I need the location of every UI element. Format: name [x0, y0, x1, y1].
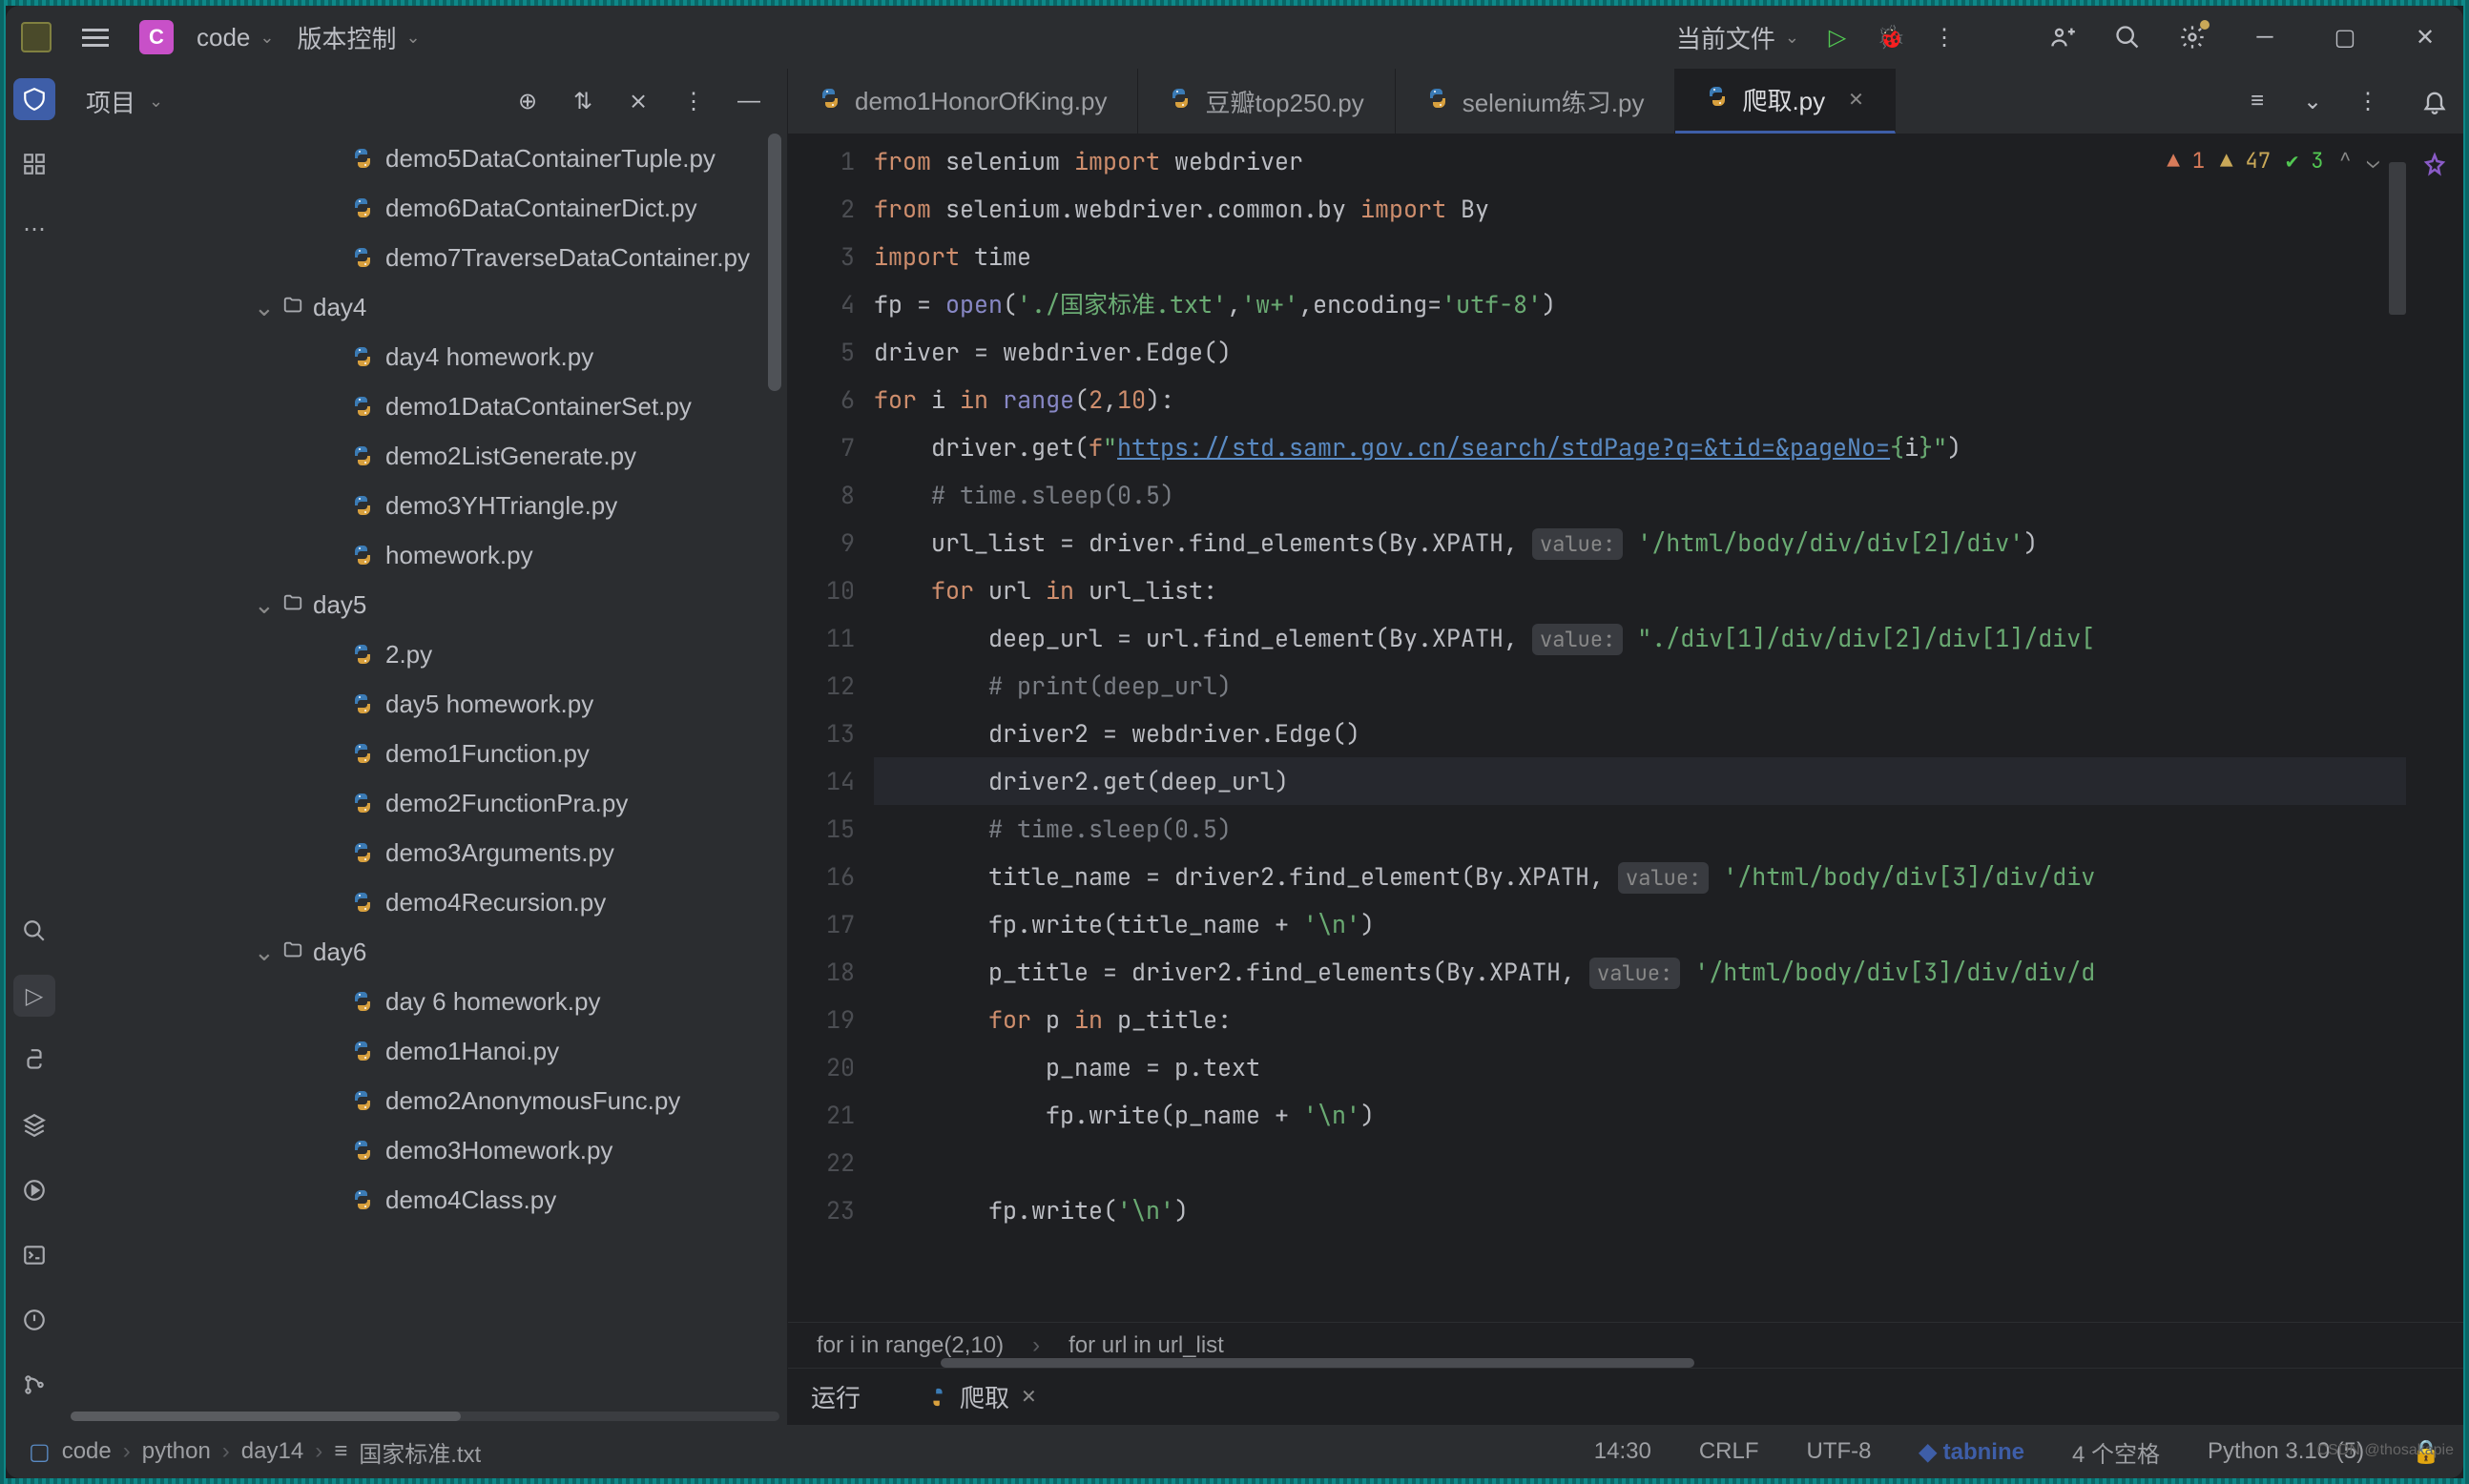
- breadcrumb-item[interactable]: for url in url_list: [1069, 1332, 1224, 1359]
- tree-hscrollbar[interactable]: [71, 1412, 779, 1421]
- folder-row[interactable]: ⌄day6: [63, 927, 787, 977]
- file-row[interactable]: 2.py: [63, 629, 787, 679]
- tabnine-status[interactable]: ◆ tabnine: [1919, 1438, 2024, 1466]
- project-dropdown[interactable]: code⌄: [197, 23, 274, 52]
- file-row[interactable]: demo4Class.py: [63, 1175, 787, 1225]
- notifications-icon[interactable]: [2419, 86, 2450, 116]
- line-ending[interactable]: CRLF: [1699, 1438, 1759, 1465]
- indent-status[interactable]: 4 个空格: [2072, 1435, 2160, 1469]
- sidebar-more-icon[interactable]: ⋮: [678, 86, 709, 116]
- tab-chevron-icon[interactable]: ⌄: [2297, 86, 2328, 116]
- cursor-position[interactable]: 14:30: [1594, 1438, 1651, 1465]
- editor-tab[interactable]: demo1HonorOfKing.py: [788, 69, 1138, 134]
- ai-assistant-icon[interactable]: [2419, 151, 2450, 181]
- editor-tab[interactable]: selenium练习.py: [1396, 69, 1676, 134]
- debug-icon[interactable]: 🐞: [1876, 22, 1906, 52]
- bottom-panel-tabs: 运行 爬取 ✕: [788, 1368, 2463, 1425]
- path-breadcrumb[interactable]: ▢ code› python› day14› ≡国家标准.txt: [29, 1435, 481, 1469]
- file-row[interactable]: demo7TraverseDataContainer.py: [63, 233, 787, 282]
- chevron-down-icon[interactable]: ⌄: [149, 92, 163, 112]
- line-numbers: 1234567891011121314151617181920212223: [788, 134, 874, 1322]
- file-row[interactable]: demo1DataContainerSet.py: [63, 381, 787, 431]
- more-run-icon[interactable]: ⋮: [1929, 22, 1960, 52]
- close-run-tab-icon[interactable]: ✕: [1021, 1385, 1037, 1409]
- expand-collapse-icon[interactable]: ⇅: [568, 86, 598, 116]
- editor-tabs: demo1HonorOfKing.py豆瓣top250.pyselenium练习…: [788, 69, 2219, 134]
- project-tree[interactable]: demo5DataContainerTuple.pydemo6DataConta…: [63, 134, 787, 1412]
- project-tool-icon[interactable]: [13, 78, 55, 120]
- file-row[interactable]: demo4Recursion.py: [63, 877, 787, 927]
- locate-icon[interactable]: ⊕: [512, 86, 543, 116]
- file-row[interactable]: demo3Arguments.py: [63, 828, 787, 877]
- git-tool-icon[interactable]: [13, 1364, 55, 1406]
- file-row[interactable]: demo1Function.py: [63, 729, 787, 778]
- run-config-dropdown[interactable]: 当前文件⌄: [1676, 20, 1799, 55]
- code-editor[interactable]: ▲ 1 ▲ 47 ✔ 3 ^ ⌄ 12345678910111213141516…: [788, 134, 2406, 1322]
- problems-tool-icon[interactable]: [13, 1299, 55, 1341]
- more-tools-icon[interactable]: ⋯: [13, 208, 55, 250]
- file-row[interactable]: day4 homework.py: [63, 332, 787, 381]
- run-icon[interactable]: ▷: [1822, 22, 1853, 52]
- editor-tab[interactable]: 豆瓣top250.py: [1138, 69, 1395, 134]
- main-menu-icon[interactable]: [74, 21, 116, 54]
- file-row[interactable]: demo2AnonymousFunc.py: [63, 1076, 787, 1125]
- file-row[interactable]: demo5DataContainerTuple.py: [63, 134, 787, 183]
- folder-row[interactable]: ⌄day5: [63, 580, 787, 629]
- titlebar: C code⌄ 版本控制⌄ 当前文件⌄ ▷ 🐞 ⋮: [6, 6, 2463, 69]
- editor-scrollbar[interactable]: [2389, 162, 2406, 315]
- file-row[interactable]: demo1Hanoi.py: [63, 1026, 787, 1076]
- file-row[interactable]: demo2ListGenerate.py: [63, 431, 787, 481]
- activity-bar: ⋯ ▷: [6, 69, 63, 1425]
- watermark: CSDN @thosakapie: [2317, 1442, 2454, 1459]
- file-row[interactable]: demo6DataContainerDict.py: [63, 183, 787, 233]
- code-content[interactable]: from selenium import webdriverfrom selen…: [874, 134, 2406, 1322]
- file-row[interactable]: demo3Homework.py: [63, 1125, 787, 1175]
- file-row[interactable]: demo3YHTriangle.py: [63, 481, 787, 530]
- file-row[interactable]: demo2FunctionPra.py: [63, 778, 787, 828]
- structure-tool-icon[interactable]: [13, 143, 55, 185]
- file-row[interactable]: day5 homework.py: [63, 679, 787, 729]
- collapse-all-icon[interactable]: ⨯: [623, 86, 654, 116]
- settings-icon[interactable]: [2177, 22, 2208, 52]
- status-bar: ▢ code› python› day14› ≡国家标准.txt 14:30 C…: [6, 1425, 2463, 1478]
- file-encoding[interactable]: UTF-8: [1807, 1438, 1872, 1465]
- maximize-icon[interactable]: ▢: [2322, 14, 2368, 60]
- run-tool-icon[interactable]: ▷: [13, 975, 55, 1017]
- run-tab[interactable]: 运行: [811, 1379, 861, 1414]
- project-badge[interactable]: C: [139, 20, 174, 54]
- close-window-icon[interactable]: ✕: [2402, 14, 2448, 60]
- editor-tab[interactable]: 爬取.py✕: [1675, 69, 1895, 134]
- folder-row[interactable]: ⌄day4: [63, 282, 787, 332]
- close-tab-icon[interactable]: ✕: [1838, 88, 1864, 112]
- sidebar-title[interactable]: 项目: [86, 84, 135, 119]
- tree-scrollbar[interactable]: [768, 134, 781, 391]
- code-breadcrumb[interactable]: for i in range(2,10) › for url in url_li…: [788, 1322, 2463, 1368]
- file-row[interactable]: homework.py: [63, 530, 787, 580]
- running-tool-icon[interactable]: [13, 1169, 55, 1211]
- hide-sidebar-icon[interactable]: —: [734, 86, 764, 116]
- app-logo-icon: [21, 22, 52, 52]
- tab-list-icon[interactable]: ≡: [2242, 86, 2272, 116]
- services-tool-icon[interactable]: [13, 1104, 55, 1146]
- code-with-me-icon[interactable]: [2047, 22, 2078, 52]
- file-row[interactable]: day 6 homework.py: [63, 977, 787, 1026]
- project-sidebar: 项目 ⌄ ⊕ ⇅ ⨯ ⋮ — demo5DataContainerTuple.p…: [63, 69, 788, 1425]
- editor-hscrollbar[interactable]: [941, 1358, 1694, 1368]
- breadcrumb-item[interactable]: for i in range(2,10): [817, 1332, 1004, 1359]
- vcs-dropdown[interactable]: 版本控制⌄: [297, 20, 420, 55]
- minimize-icon[interactable]: ─: [2242, 14, 2288, 60]
- tab-more-icon[interactable]: ⋮: [2353, 86, 2383, 116]
- find-tool-icon[interactable]: [13, 910, 55, 952]
- python-console-icon[interactable]: [13, 1040, 55, 1082]
- terminal-tool-icon[interactable]: [13, 1234, 55, 1276]
- run-config-tab[interactable]: 爬取 ✕: [927, 1379, 1037, 1414]
- search-icon[interactable]: [2112, 22, 2143, 52]
